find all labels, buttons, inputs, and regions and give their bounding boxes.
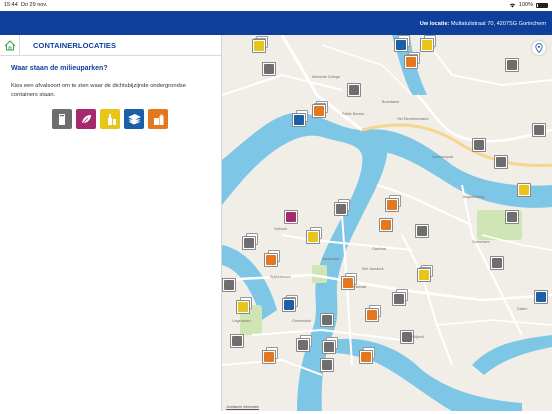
map-marker-pmd[interactable]	[404, 52, 421, 71]
status-right: 100%	[509, 2, 548, 8]
map-marker-restafval[interactable]	[494, 152, 511, 171]
map-label: Jeugdherberg	[462, 195, 485, 199]
status-bar: 15:44 Do 29 nov. 100%	[0, 0, 552, 11]
map-label: Politie Bureau	[342, 112, 365, 116]
map-label: Spijkerbosch	[270, 275, 291, 279]
panel-title: CONTAINERLOCATIES	[33, 40, 117, 50]
battery-icon	[536, 2, 548, 8]
map-marker-pmd[interactable]	[359, 347, 376, 366]
map-label: Waalstraat	[322, 257, 340, 261]
instruction-text: Kies een afvalsoort om te zien waar de d…	[11, 83, 186, 98]
map-label: Gasthuis	[372, 247, 387, 251]
map-label: Visbuurt	[274, 227, 288, 231]
map-marker-papier[interactable]	[282, 295, 299, 314]
map-marker-glas[interactable]	[417, 265, 434, 284]
map-label: Zeemanspad	[432, 155, 453, 159]
map-label: Dalem	[517, 307, 528, 311]
map-marker-restafval[interactable]	[222, 275, 239, 294]
waste-type-pmd-button[interactable]	[148, 109, 168, 129]
location-value: Multatulistraat 70, 4207SG Gorinchem	[450, 21, 546, 27]
map-marker-restafval[interactable]	[296, 335, 313, 354]
bottle-icon	[107, 113, 116, 125]
waste-type-selector	[52, 109, 168, 129]
map-marker-restafval[interactable]	[230, 331, 247, 350]
map-marker-pmd[interactable]	[385, 195, 402, 214]
home-button[interactable]	[0, 34, 20, 56]
map-marker-papier[interactable]	[292, 110, 309, 129]
map-marker-pmd[interactable]	[341, 273, 358, 292]
map-marker-restafval[interactable]	[392, 289, 409, 308]
map-marker-restafval[interactable]	[490, 253, 507, 272]
map-label: Gorinchem	[472, 240, 490, 244]
current-location[interactable]: Uw locatie: Multatulistraat 70, 4207SG G…	[420, 21, 546, 27]
status-time: 15:44	[4, 2, 18, 8]
map-marker-pmd[interactable]	[379, 215, 396, 234]
map-marker-restafval[interactable]	[415, 221, 432, 240]
location-label: Uw locatie:	[419, 21, 450, 27]
side-panel: CONTAINERLOCATIES Waar staan de milieupa…	[0, 34, 222, 411]
map-label: Sint Janskerk	[362, 267, 384, 271]
map-marker-pmd[interactable]	[262, 347, 279, 366]
map-marker-papier[interactable]	[534, 287, 551, 306]
map-label: Het Elzenboomland	[397, 117, 429, 121]
map-marker-restafval[interactable]	[334, 199, 351, 218]
map-marker-glas[interactable]	[236, 297, 253, 316]
map-marker-restafval[interactable]	[532, 120, 549, 139]
panel-header: CONTAINERLOCATIES	[0, 34, 221, 56]
waste-type-restafval-button[interactable]	[52, 109, 72, 129]
map-marker-gft[interactable]	[284, 207, 301, 226]
map-marker-restafval[interactable]	[320, 310, 337, 329]
map-marker-glas[interactable]	[306, 227, 323, 246]
locate-me-button[interactable]	[532, 41, 546, 55]
app-header: Uw locatie: Multatulistraat 70, 4207SG G…	[0, 11, 552, 35]
bin-icon	[59, 113, 65, 125]
map-marker-restafval[interactable]	[322, 337, 339, 356]
legal-link[interactable]: Juridische informatie	[226, 405, 259, 409]
map-marker-restafval[interactable]	[347, 80, 364, 99]
map-label: Vrijheid	[412, 335, 424, 339]
map-marker-glas[interactable]	[252, 36, 269, 55]
map-label: Brandweer	[382, 100, 400, 104]
leaf-icon	[81, 115, 91, 125]
map-label: Arsenaal	[352, 285, 367, 289]
paper-icon	[127, 114, 141, 125]
map-label: Groenmarkt	[292, 319, 311, 323]
map-marker-glas[interactable]	[420, 35, 437, 54]
question-heading: Waar staan de milieuparken?	[11, 65, 108, 72]
package-icon	[153, 114, 163, 125]
map-label: Merwede College	[312, 75, 340, 79]
map-label: Lingehaven	[232, 319, 251, 323]
status-date: Do 29 nov.	[21, 2, 48, 8]
location-pin-icon	[535, 43, 543, 53]
map-marker-pmd[interactable]	[264, 250, 281, 269]
waste-type-papier-button[interactable]	[124, 109, 144, 129]
map-marker-restafval[interactable]	[262, 59, 279, 78]
map-marker-pmd[interactable]	[365, 305, 382, 324]
map-marker-restafval[interactable]	[472, 135, 489, 154]
waste-type-glas-button[interactable]	[100, 109, 120, 129]
map-marker-restafval[interactable]	[505, 55, 522, 74]
map-marker-restafval[interactable]	[242, 233, 259, 252]
map-view[interactable]: Merwede College Brandweer Politie Bureau…	[222, 35, 552, 411]
battery-percentage: 100%	[518, 2, 533, 8]
wifi-icon	[509, 3, 516, 7]
map-marker-pmd[interactable]	[312, 101, 329, 120]
map-marker-restafval[interactable]	[320, 355, 337, 374]
home-icon	[4, 39, 15, 50]
map-marker-restafval[interactable]	[505, 207, 522, 226]
waste-type-gft-button[interactable]	[76, 109, 96, 129]
map-marker-glas[interactable]	[517, 180, 534, 199]
